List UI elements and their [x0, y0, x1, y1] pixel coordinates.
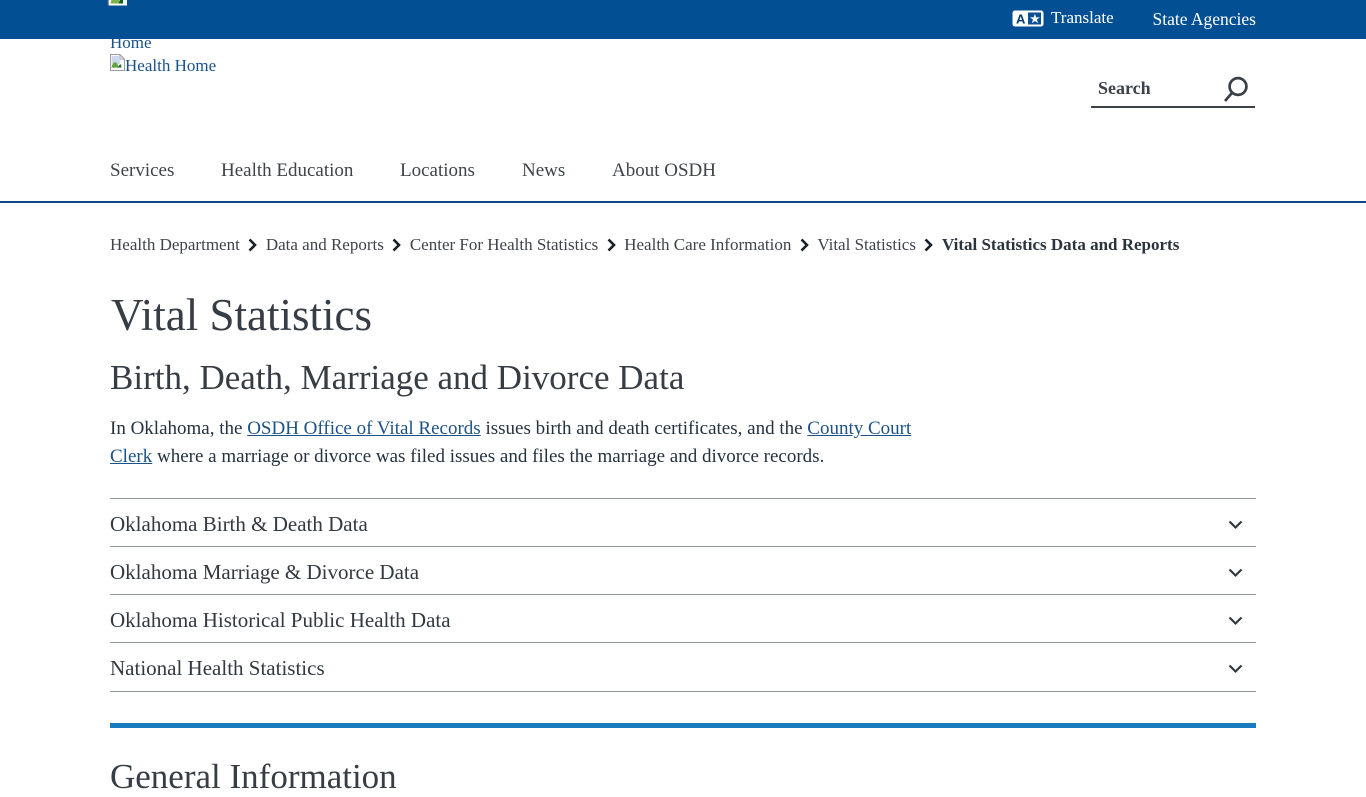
svg-text:A: A — [1016, 11, 1026, 26]
svg-text:★: ★ — [1030, 13, 1040, 25]
